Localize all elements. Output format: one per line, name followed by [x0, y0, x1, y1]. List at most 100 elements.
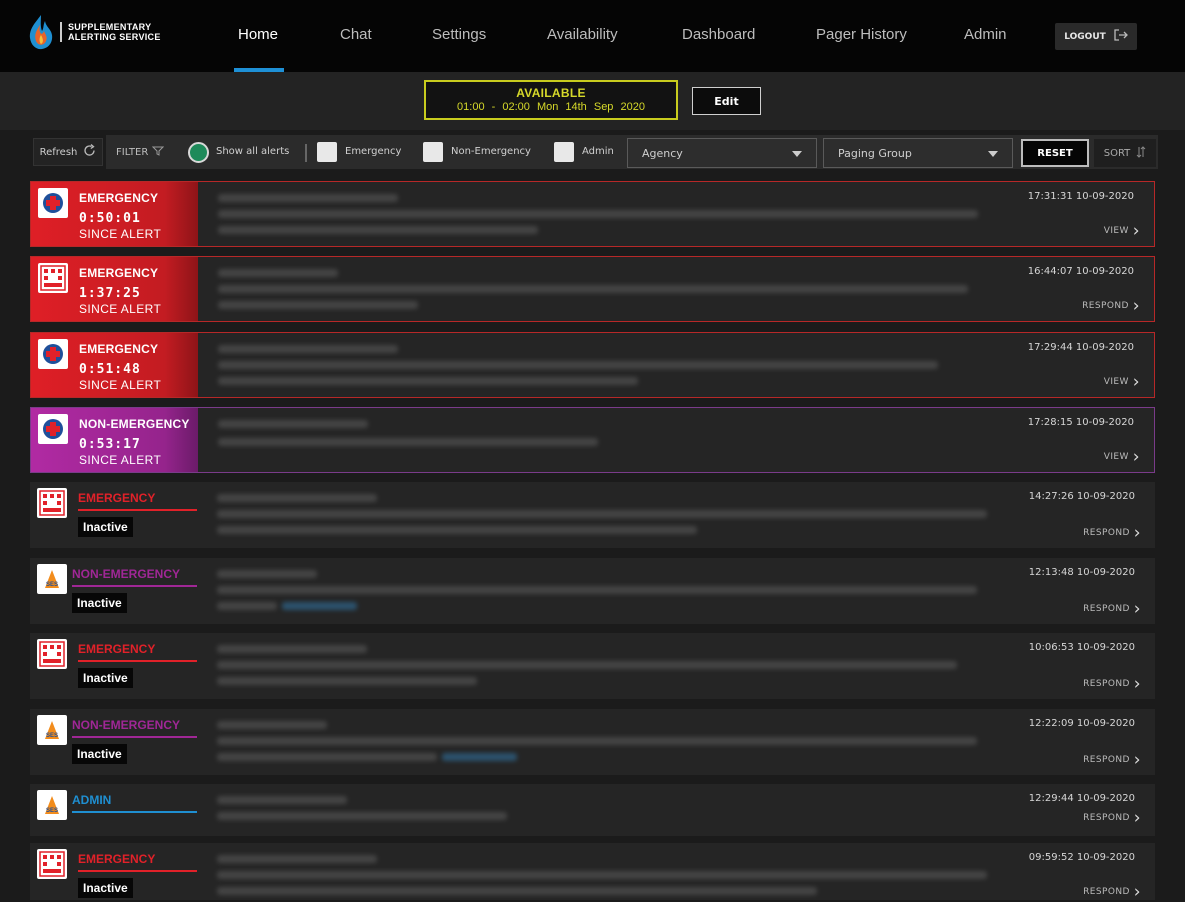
alert-action-label: RESPOND [1083, 528, 1130, 538]
alert-action-button[interactable]: VIEW › [1104, 449, 1140, 466]
redacted-text [217, 737, 977, 745]
svg-text:SES: SES [46, 582, 58, 588]
nav-pager-history[interactable]: Pager History [816, 26, 907, 43]
redacted-text [218, 285, 968, 293]
alert-row[interactable]: EMERGENCY 0:51:48 SINCE ALERT 17:29:44 1… [30, 332, 1155, 398]
chevron-right-icon: › [1132, 372, 1140, 392]
filter-icon [152, 146, 165, 159]
redacted-text [217, 570, 317, 578]
redacted-text [217, 796, 347, 804]
chevron-down-icon [988, 147, 998, 160]
alert-message [197, 633, 1155, 699]
alert-row[interactable]: EMERGENCY Inactive 09:59:52 10-09-2020 R… [30, 843, 1155, 901]
chevron-right-icon: › [1132, 296, 1140, 316]
medical-cross-agency-icon [38, 339, 68, 369]
alert-timestamp: 09:59:52 10-09-2020 [1028, 852, 1135, 863]
alert-action-button[interactable]: VIEW › [1104, 372, 1140, 392]
logo-divider [60, 22, 62, 42]
ses-agency-icon: SES [37, 715, 67, 745]
logout-button[interactable]: LOGOUT [1055, 23, 1137, 50]
alert-type: EMERGENCY [78, 642, 156, 656]
non-emergency-checkbox[interactable] [423, 142, 443, 162]
reset-filters-button[interactable]: RESET [1021, 139, 1089, 167]
chevron-right-icon: › [1133, 750, 1141, 770]
nav-settings[interactable]: Settings [432, 26, 486, 43]
alert-type-underline [72, 811, 197, 813]
redacted-text [217, 753, 437, 761]
paging-group-select[interactable]: Paging Group [823, 138, 1013, 168]
flame-logo-icon [26, 13, 56, 51]
alert-row[interactable]: EMERGENCY 1:37:25 SINCE ALERT 16:44:07 1… [30, 256, 1155, 322]
alert-message [197, 709, 1155, 775]
ses-agency-icon: SES [37, 790, 67, 820]
nav-chat[interactable]: Chat [340, 26, 372, 43]
redacted-text [218, 420, 368, 428]
availability-label: AVAILABLE [516, 86, 586, 100]
alert-action-button[interactable]: RESPOND › [1083, 750, 1141, 770]
redacted-text [217, 645, 367, 653]
alert-row[interactable]: SES NON-EMERGENCY Inactive 12:22:09 10-0… [30, 709, 1155, 775]
chevron-down-icon [792, 147, 802, 160]
alert-type: NON-EMERGENCY [72, 567, 181, 581]
alert-type: ADMIN [72, 793, 112, 807]
alert-action-label: RESPOND [1083, 755, 1130, 765]
redacted-link [282, 602, 357, 610]
alert-timestamp: 12:22:09 10-09-2020 [1028, 718, 1135, 729]
alert-action-button[interactable]: RESPOND › [1083, 523, 1141, 543]
alert-action-button[interactable]: VIEW › [1103, 223, 1140, 240]
top-nav: SUPPLEMENTARY ALERTING SERVICE Home Chat… [0, 0, 1185, 72]
alert-type-underline [78, 509, 197, 511]
alert-timestamp: 12:29:44 10-09-2020 [1028, 793, 1135, 804]
alert-elapsed: 1:37:25 [79, 286, 141, 301]
nav-dashboard[interactable]: Dashboard [682, 26, 755, 43]
alert-type-underline [72, 585, 197, 587]
cfa-agency-icon [38, 263, 68, 293]
alert-action-button[interactable]: RESPOND › [1082, 296, 1140, 316]
cfa-agency-icon [37, 488, 67, 518]
show-all-alerts-label: Show all alerts [216, 146, 290, 157]
show-all-alerts-toggle[interactable] [188, 142, 209, 163]
nav-home[interactable]: Home [238, 26, 278, 43]
alert-row[interactable]: EMERGENCY 0:50:01 SINCE ALERT 17:31:31 1… [30, 181, 1155, 247]
redacted-text [217, 494, 377, 502]
alert-type-underline [72, 736, 197, 738]
availability-bar: AVAILABLE 01:00 - 02:00 Mon 14th Sep 202… [0, 72, 1185, 130]
alert-elapsed: 0:50:01 [79, 211, 141, 226]
alert-action-label: VIEW [1103, 226, 1129, 236]
emergency-checkbox[interactable] [317, 142, 337, 162]
availability-status[interactable]: AVAILABLE 01:00 - 02:00 Mon 14th Sep 202… [424, 80, 678, 120]
inactive-badge: Inactive [78, 517, 133, 537]
alert-row[interactable]: EMERGENCY Inactive 10:06:53 10-09-2020 R… [30, 633, 1155, 699]
alert-row[interactable]: SES NON-EMERGENCY Inactive 12:13:48 10-0… [30, 558, 1155, 624]
alert-action-button[interactable]: RESPOND › [1083, 674, 1141, 694]
alert-action-label: RESPOND [1083, 887, 1130, 897]
inactive-badge: Inactive [72, 744, 127, 764]
redacted-text [217, 677, 477, 685]
alert-message [198, 182, 1154, 246]
chevron-right-icon: › [1133, 674, 1141, 694]
agency-select[interactable]: Agency [627, 138, 817, 168]
alert-action-button[interactable]: RESPOND › [1083, 601, 1141, 618]
refresh-button[interactable]: Refresh [33, 138, 103, 166]
inactive-badge: Inactive [78, 878, 133, 898]
redacted-text [217, 812, 507, 820]
alert-action-button[interactable]: RESPOND › [1083, 884, 1141, 901]
alert-timestamp: 16:44:07 10-09-2020 [1027, 266, 1134, 277]
alert-message [197, 482, 1155, 548]
nav-availability[interactable]: Availability [547, 26, 618, 43]
nav-admin[interactable]: Admin [964, 26, 1007, 43]
chevron-right-icon: › [1133, 523, 1141, 543]
alert-action-button[interactable]: RESPOND › [1083, 810, 1141, 827]
medical-cross-agency-icon [38, 414, 68, 444]
agency-select-value: Agency [642, 146, 683, 160]
edit-availability-button[interactable]: Edit [692, 87, 761, 115]
admin-checkbox[interactable] [554, 142, 574, 162]
app-logo[interactable]: SUPPLEMENTARY ALERTING SERVICE [26, 13, 161, 51]
alert-row[interactable]: EMERGENCY Inactive 14:27:26 10-09-2020 R… [30, 482, 1155, 548]
alert-timestamp: 17:29:44 10-09-2020 [1027, 342, 1134, 353]
redacted-text [218, 226, 538, 234]
alert-elapsed: 0:51:48 [79, 362, 141, 377]
sort-button[interactable]: SORT [1094, 139, 1156, 167]
alert-row[interactable]: NON-EMERGENCY 0:53:17 SINCE ALERT 17:28:… [30, 407, 1155, 473]
alert-row[interactable]: SES ADMIN 12:29:44 10-09-2020 RESPOND › [30, 784, 1155, 836]
